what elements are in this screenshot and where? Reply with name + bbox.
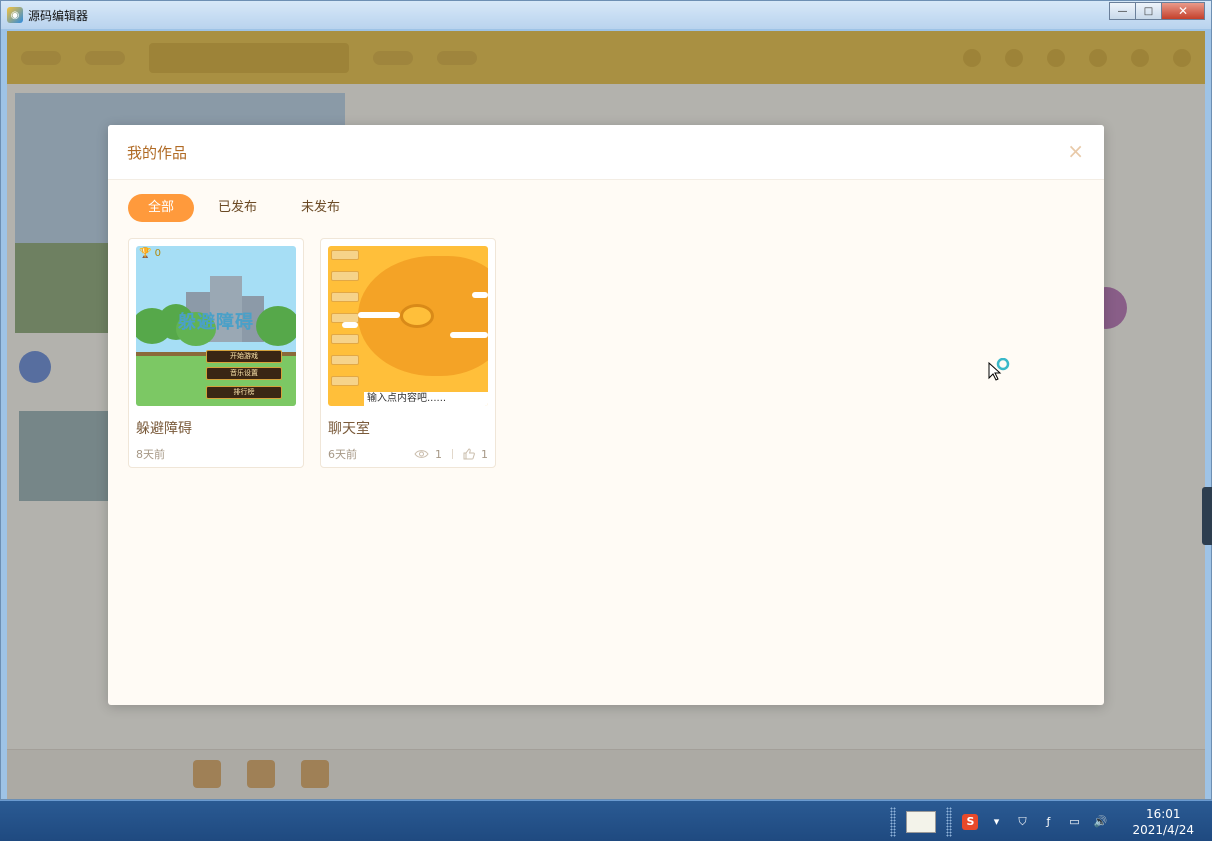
work-thumbnail[interactable]: 🏆 0 躲避障碍 开始游戏 音乐设置 排行榜 bbox=[136, 246, 296, 406]
filter-tabs: 全部 已发布 未发布 bbox=[108, 180, 1104, 222]
eye-icon bbox=[414, 450, 429, 458]
maximize-button[interactable]: □ bbox=[1135, 2, 1162, 20]
system-tray: S ▾ ⛉ ƒ ▭ 🔊 16:01 2021/4/24 bbox=[890, 801, 1212, 841]
like-count-value: 1 bbox=[481, 447, 488, 461]
view-count-value: 1 bbox=[435, 447, 442, 461]
like-count: 1 bbox=[463, 448, 488, 461]
work-thumbnail[interactable]: 输入点内容吧...... bbox=[328, 246, 488, 406]
trophy-icon: 🏆 0 bbox=[139, 248, 162, 259]
my-works-dialog: 我的作品 × 全部 已发布 未发布 🏆 0 躲避障碍 开始游戏 音乐设置 排行榜… bbox=[108, 125, 1104, 705]
meta-divider bbox=[452, 449, 453, 459]
tab-unpublished[interactable]: 未发布 bbox=[281, 194, 360, 222]
window-controls: — □ ✕ bbox=[1109, 2, 1205, 20]
system-clock[interactable]: 16:01 2021/4/24 bbox=[1132, 806, 1194, 838]
trophy-count: 0 bbox=[154, 248, 162, 259]
side-panel-handle[interactable] bbox=[1202, 487, 1212, 545]
tray-expand-icon[interactable]: ▾ bbox=[988, 814, 1004, 830]
work-card[interactable]: 🏆 0 躲避障碍 开始游戏 音乐设置 排行榜 躲避障碍 8天前 bbox=[128, 238, 304, 468]
game-rank-label: 排行榜 bbox=[206, 386, 282, 399]
thumbs-up-icon bbox=[463, 448, 475, 460]
tab-published[interactable]: 已发布 bbox=[198, 194, 277, 222]
taskbar: S ▾ ⛉ ƒ ▭ 🔊 16:01 2021/4/24 bbox=[0, 800, 1212, 841]
close-window-button[interactable]: ✕ bbox=[1161, 2, 1205, 20]
work-card[interactable]: 输入点内容吧...... 聊天室 6天前 1 1 bbox=[320, 238, 496, 468]
works-grid: 🏆 0 躲避障碍 开始游戏 音乐设置 排行榜 躲避障碍 8天前 输入点内容吧..… bbox=[108, 222, 1104, 468]
app-logo-icon: ◉ bbox=[7, 7, 23, 23]
busy-cursor-icon bbox=[988, 358, 1010, 381]
dialog-header: 我的作品 bbox=[108, 125, 1104, 180]
tab-all[interactable]: 全部 bbox=[128, 194, 195, 222]
fox-eye-decoration bbox=[400, 304, 434, 328]
work-time: 6天前 bbox=[328, 448, 357, 461]
flash-icon[interactable]: ƒ bbox=[1040, 814, 1056, 830]
work-title: 聊天室 bbox=[328, 421, 370, 437]
game-start-label: 开始游戏 bbox=[206, 350, 282, 363]
game-music-label: 音乐设置 bbox=[206, 367, 282, 380]
clock-date: 2021/4/24 bbox=[1132, 822, 1194, 837]
tray-grip bbox=[890, 806, 897, 837]
minimize-button[interactable]: — bbox=[1109, 2, 1136, 20]
view-count: 1 bbox=[414, 448, 442, 461]
game-title-text: 躲避障碍 bbox=[178, 312, 254, 333]
work-meta: 6天前 1 1 bbox=[328, 446, 488, 462]
network-icon[interactable]: ▭ bbox=[1066, 814, 1082, 830]
dialog-title: 我的作品 bbox=[127, 143, 188, 162]
close-icon[interactable]: × bbox=[1067, 141, 1084, 161]
clock-time: 16:01 bbox=[1145, 806, 1181, 821]
work-meta: 8天前 bbox=[136, 446, 296, 462]
tray-grip bbox=[946, 806, 953, 837]
window-title: 源码编辑器 bbox=[28, 8, 89, 23]
sogou-ime-icon[interactable]: S bbox=[962, 813, 979, 830]
pen-input-icon[interactable] bbox=[906, 810, 937, 833]
security-shield-icon[interactable]: ⛉ bbox=[1014, 814, 1030, 830]
chat-input-preview: 输入点内容吧...... bbox=[364, 392, 488, 406]
chat-user-list bbox=[331, 250, 359, 386]
work-title: 躲避障碍 bbox=[136, 421, 192, 437]
window-titlebar[interactable]: ◉ 源码编辑器 — □ ✕ bbox=[1, 1, 1211, 29]
volume-icon[interactable]: 🔊 bbox=[1092, 814, 1108, 830]
work-time: 8天前 bbox=[136, 448, 165, 461]
